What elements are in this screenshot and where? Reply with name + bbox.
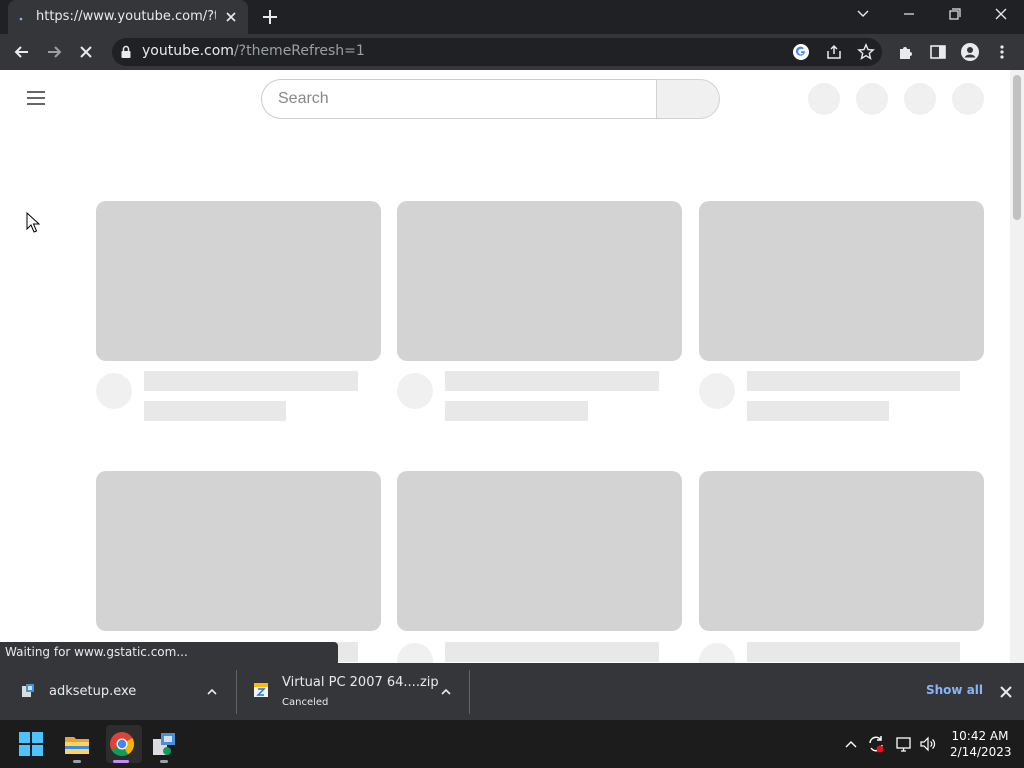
scrollbar-thumb[interactable] <box>1013 75 1021 220</box>
header-placeholder-circle <box>808 83 840 115</box>
clock-time[interactable]: 10:42 AM <box>950 729 1010 743</box>
tab-search-chevron-icon[interactable] <box>840 0 886 34</box>
status-text: Waiting for www.gstatic.com... <box>5 645 188 659</box>
loading-favicon-icon <box>19 17 23 21</box>
download-item-name[interactable]: adksetup.exe <box>49 684 136 699</box>
download-item-name[interactable]: Virtual PC 2007 64....zip <box>282 675 439 690</box>
installer-file-icon <box>22 684 34 697</box>
header-placeholder-circle <box>904 83 936 115</box>
bookmark-star-icon[interactable] <box>857 43 875 61</box>
installer-app-icon[interactable] <box>151 731 177 757</box>
volume-icon[interactable] <box>919 735 937 753</box>
close-shelf-icon[interactable] <box>998 684 1014 700</box>
shelf-divider <box>469 670 470 714</box>
search-button[interactable] <box>656 79 720 119</box>
taskbar-active-indicator <box>113 760 129 763</box>
restore-icon[interactable] <box>932 0 978 34</box>
new-tab-icon[interactable] <box>260 7 280 27</box>
menu-dots-icon[interactable] <box>994 43 1010 61</box>
extensions-icon[interactable] <box>897 43 915 61</box>
url-host: youtube.com <box>142 43 234 59</box>
title-line-placeholder <box>144 371 358 391</box>
lock-icon[interactable] <box>120 45 132 59</box>
side-panel-icon[interactable] <box>929 43 947 61</box>
mouse-cursor-icon <box>26 212 40 233</box>
title-line-placeholder <box>445 642 659 662</box>
header-placeholder-circle <box>856 83 888 115</box>
windows-start-icon[interactable] <box>18 731 44 757</box>
meta-line-placeholder <box>445 401 588 421</box>
video-thumbnail-placeholder <box>699 201 984 361</box>
tab-close-icon[interactable] <box>222 8 240 26</box>
channel-avatar-placeholder <box>397 373 433 409</box>
download-shelf <box>0 663 1024 720</box>
forward-icon[interactable] <box>44 42 64 62</box>
taskbar-running-indicator <box>160 760 168 763</box>
url-path: /?themeRefresh=1 <box>233 43 365 59</box>
google-icon[interactable] <box>792 43 810 61</box>
chevron-up-icon[interactable] <box>439 685 453 699</box>
shelf-divider <box>236 670 237 714</box>
share-icon[interactable] <box>825 44 843 60</box>
zip-file-icon <box>254 683 268 697</box>
tab-title: https://www.youtube.com/?themeRefresh=1 <box>36 9 216 24</box>
back-icon[interactable] <box>12 42 32 62</box>
title-line-placeholder <box>747 642 960 662</box>
video-thumbnail-placeholder <box>96 471 381 631</box>
chrome-icon[interactable] <box>109 731 135 757</box>
download-item-status: Canceled <box>282 697 329 708</box>
taskbar-running-indicator <box>73 760 81 763</box>
header-placeholder-circle <box>952 83 984 115</box>
url-text[interactable]: youtube.com/?themeRefresh=1 <box>142 43 365 61</box>
meta-line-placeholder <box>747 401 889 421</box>
sync-status-icon[interactable] <box>866 734 886 754</box>
video-thumbnail-placeholder <box>397 201 682 361</box>
channel-avatar-placeholder <box>96 373 132 409</box>
minimize-icon[interactable] <box>886 0 932 34</box>
search-box[interactable] <box>261 79 657 119</box>
show-hidden-icons-chevron[interactable] <box>844 737 858 751</box>
search-input[interactable] <box>278 89 638 109</box>
clock-date[interactable]: 2/14/2023 <box>950 745 1012 759</box>
hamburger-menu-icon[interactable] <box>26 88 46 108</box>
video-thumbnail-placeholder <box>397 471 682 631</box>
title-line-placeholder <box>747 371 960 391</box>
file-explorer-icon[interactable] <box>62 729 92 759</box>
stop-loading-icon[interactable] <box>76 42 96 62</box>
show-all-downloads-button[interactable]: Show all <box>926 683 983 697</box>
meta-line-placeholder <box>144 401 286 421</box>
chevron-up-icon[interactable] <box>205 685 219 699</box>
title-line-placeholder <box>445 371 659 391</box>
channel-avatar-placeholder <box>699 373 735 409</box>
profile-icon[interactable] <box>960 42 980 62</box>
video-thumbnail-placeholder <box>699 471 984 631</box>
close-window-icon[interactable] <box>978 0 1024 34</box>
video-thumbnail-placeholder <box>96 201 381 361</box>
network-icon[interactable] <box>895 735 913 753</box>
